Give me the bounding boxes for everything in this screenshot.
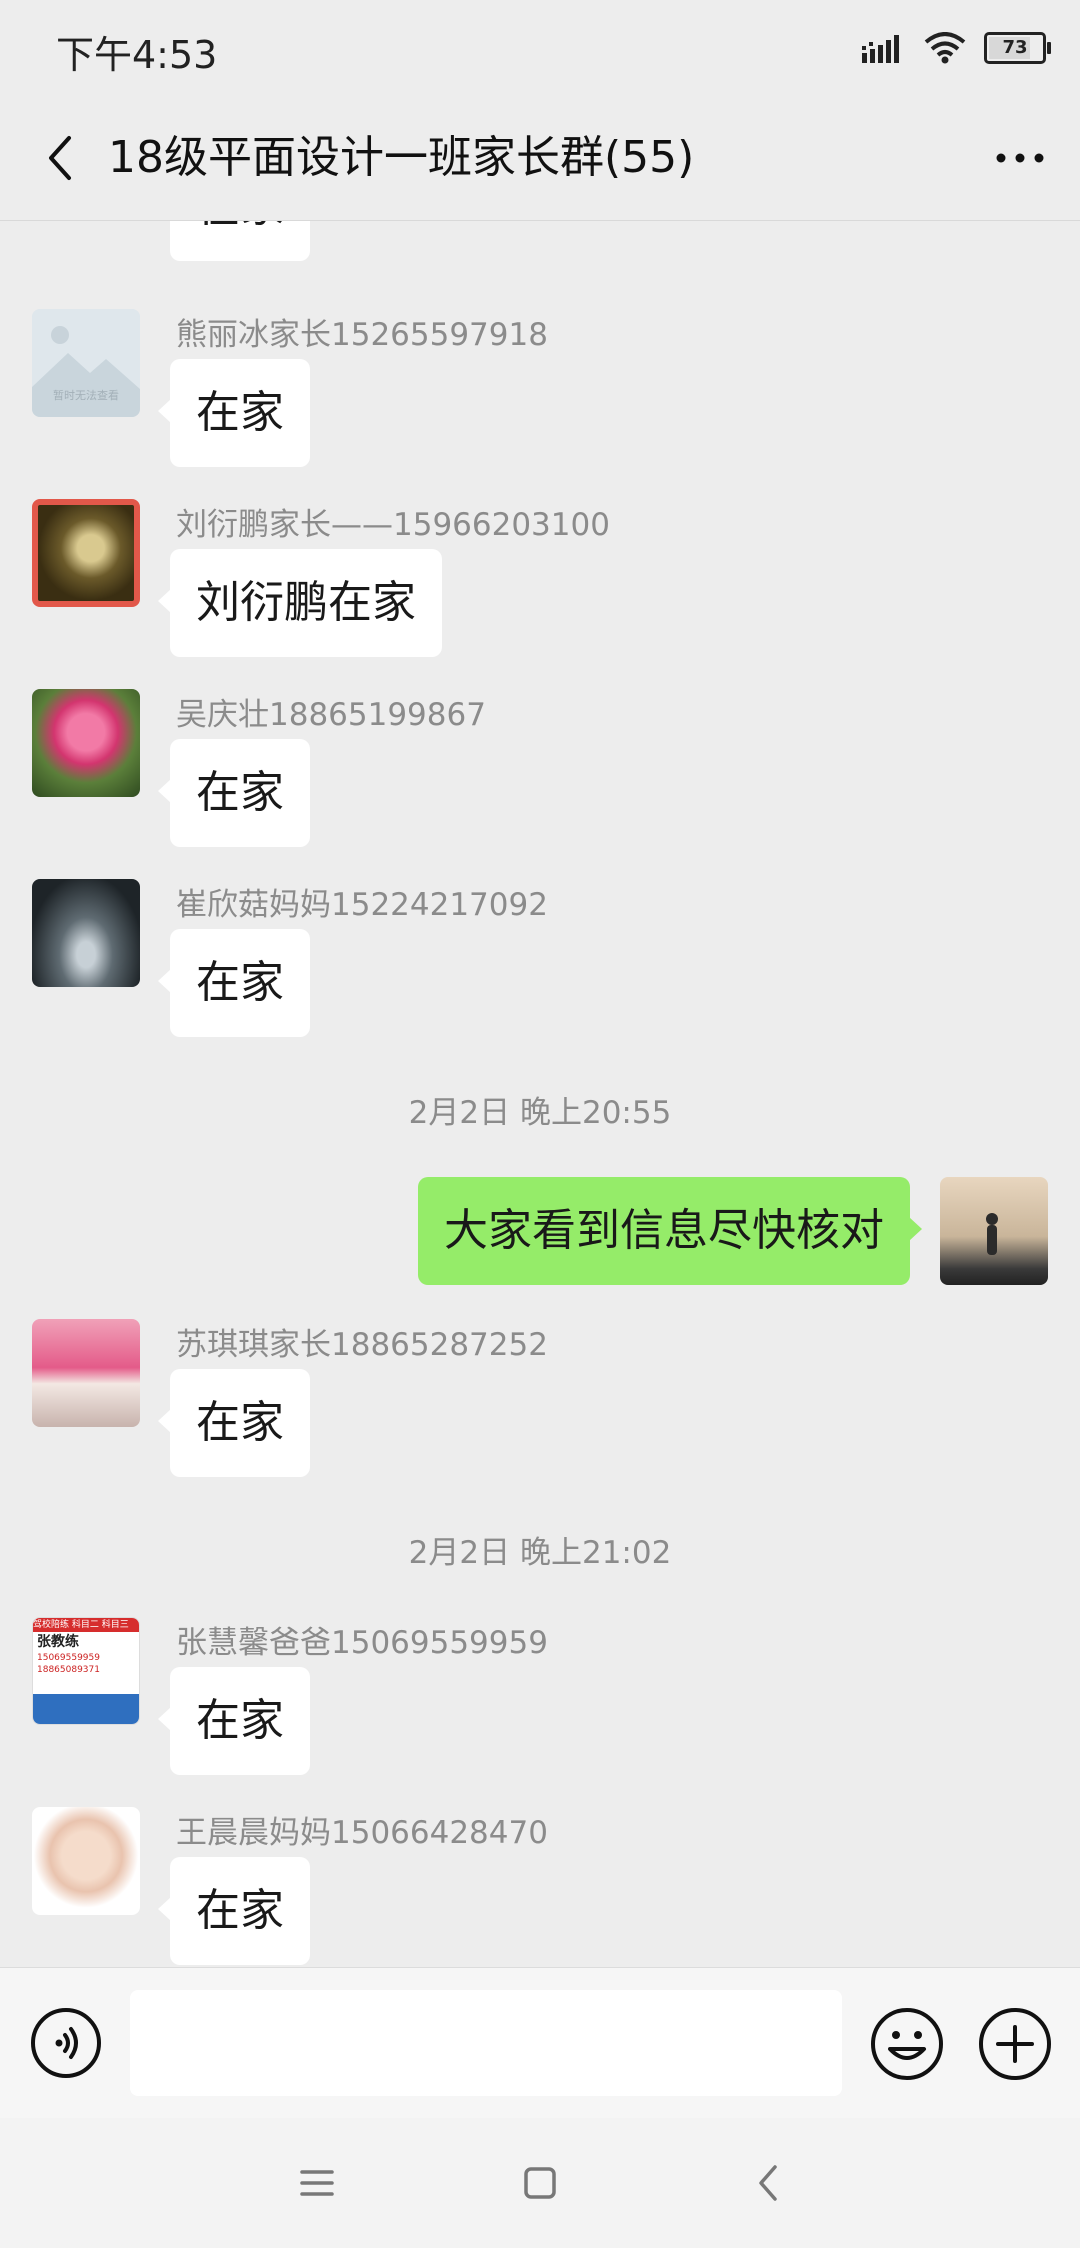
back-icon — [759, 2165, 777, 2201]
message-bubble[interactable]: 刘衍鹏在家 — [158, 549, 442, 657]
message-input[interactable] — [130, 1990, 842, 2096]
chat-message-list[interactable]: 在家 暂时无法查看 熊丽冰家长15265597918 在家 刘衍鹏家长——159… — [0, 221, 1080, 1967]
message-bubble[interactable]: 在家 — [158, 1369, 310, 1477]
home-button[interactable] — [510, 2158, 570, 2208]
avatar[interactable]: 驾校陪练 科目二 科目三 张教练 15069559959 18865089371 — [32, 1617, 140, 1725]
back-button[interactable] — [30, 126, 90, 190]
person-silhouette-icon — [986, 1213, 998, 1255]
avatar-ad-line: 驾校陪练 科目二 科目三 — [33, 1618, 139, 1632]
avatar[interactable] — [32, 499, 140, 607]
home-icon — [524, 2167, 556, 2199]
avatar-ad-line: 张教练 — [37, 1634, 79, 1650]
system-nav-bar — [0, 2118, 1080, 2248]
avatar-ad-band — [33, 1694, 139, 1724]
sender-name: 王晨晨妈妈15066428470 — [176, 1815, 548, 1851]
emoji-button[interactable] — [870, 2007, 944, 2081]
message-bubble[interactable]: 在家 — [158, 929, 310, 1037]
sender-name: 刘衍鹏家长——15966203100 — [176, 507, 610, 543]
timestamp-divider: 2月2日 晚上21:02 — [408, 1535, 672, 1571]
status-bar: 下午4:53 73 — [0, 0, 1080, 96]
system-back-button[interactable] — [738, 2158, 798, 2208]
wifi-icon — [924, 32, 966, 64]
avatar[interactable]: 暂时无法查看 — [32, 309, 140, 417]
sender-name: 苏琪琪家长18865287252 — [176, 1327, 548, 1363]
message-bubble-self[interactable]: 大家看到信息尽快核对 — [418, 1177, 922, 1285]
message-bubble[interactable]: 在家 — [158, 1857, 310, 1965]
avatar[interactable] — [32, 1807, 140, 1915]
avatar[interactable] — [32, 1319, 140, 1427]
voice-button[interactable] — [30, 2007, 102, 2079]
avatar[interactable] — [32, 879, 140, 987]
avatar-ad-line: 15069559959 — [37, 1653, 100, 1663]
sender-name: 崔欣菇妈妈15224217092 — [176, 887, 548, 923]
emoji-icon — [871, 2008, 943, 2080]
menu-icon — [300, 2170, 334, 2196]
more-button[interactable] — [988, 126, 1052, 190]
message-bubble[interactable]: 在家 — [158, 359, 310, 467]
more-dots-icon — [996, 153, 1044, 163]
sender-name: 张慧馨爸爸15069559959 — [176, 1625, 548, 1661]
message-bubble[interactable]: 在家 — [170, 221, 310, 261]
signal-icon — [862, 35, 899, 63]
battery-level: 73 — [1002, 37, 1028, 58]
sender-name: 熊丽冰家长15265597918 — [176, 317, 548, 353]
voice-icon — [31, 2008, 101, 2078]
timestamp-divider: 2月2日 晚上20:55 — [408, 1095, 672, 1131]
chevron-left-icon — [49, 136, 71, 180]
message-bubble[interactable]: 在家 — [158, 1667, 310, 1775]
chat-header: 18级平面设计一班家长群(55) — [0, 96, 1080, 221]
plus-icon — [979, 2008, 1051, 2080]
group-title: 18级平面设计一班家长群(55) — [108, 132, 695, 183]
sender-name: 吴庆壮18865199867 — [176, 697, 486, 733]
avatar-caption: 暂时无法查看 — [53, 389, 119, 402]
more-functions-button[interactable] — [978, 2007, 1052, 2081]
avatar-ad-line: 18865089371 — [37, 1665, 100, 1675]
status-time: 下午4:53 — [56, 33, 218, 77]
message-input-bar — [0, 1967, 1080, 2118]
menu-button[interactable] — [287, 2158, 347, 2208]
battery-icon: 73 — [984, 32, 1051, 64]
status-icons: 73 — [862, 28, 1051, 68]
avatar[interactable] — [32, 689, 140, 797]
message-bubble[interactable]: 在家 — [158, 739, 310, 847]
self-avatar[interactable] — [940, 1177, 1048, 1285]
